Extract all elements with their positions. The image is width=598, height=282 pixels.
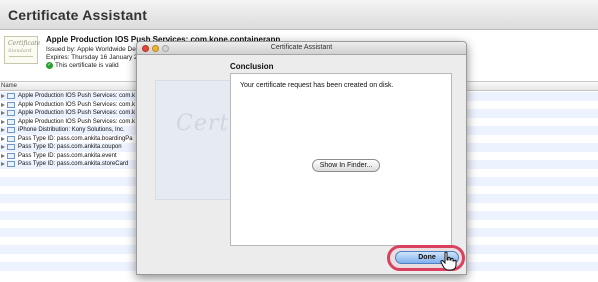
certificate-expiry: Expires: Thursday 16 January 20 bbox=[46, 54, 142, 61]
disclosure-triangle-icon[interactable] bbox=[1, 119, 5, 124]
certificate-icon bbox=[7, 93, 15, 99]
row-label: Pass Type ID: pass.com.ankita.storeCard bbox=[18, 161, 129, 167]
thumbnail-word: Certificate bbox=[8, 40, 41, 47]
thumbnail-sub: Standard bbox=[8, 48, 32, 54]
pointer-hand-icon bbox=[440, 251, 457, 271]
validity-row: ✓ This certificate is valid bbox=[46, 62, 119, 69]
certificate-issuer: Issued by: Apple Worldwide Devo bbox=[46, 46, 143, 53]
row-label: Pass Type ID: pass.com.ankita.event bbox=[18, 152, 117, 159]
certificate-icon bbox=[7, 101, 15, 108]
certificate-icon bbox=[7, 161, 15, 167]
disclosure-triangle-icon[interactable] bbox=[1, 145, 5, 149]
check-icon: ✓ bbox=[46, 62, 53, 69]
dialog-titlebar[interactable]: Certificate Assistant bbox=[137, 42, 466, 55]
row-label: Pass Type ID: pass.com.ankita.boardingPa bbox=[18, 135, 133, 142]
certificate-thumbnail-icon: Certificate Standard bbox=[4, 36, 41, 64]
certificate-assistant-dialog: Certificate Assistant Certificate Conclu… bbox=[136, 41, 467, 275]
page-header: Certificate Assistant bbox=[0, 0, 598, 30]
row-label: Apple Production IOS Push Services: com.… bbox=[18, 93, 136, 99]
dialog-title: Certificate Assistant bbox=[270, 44, 333, 51]
row-label: Apple Production IOS Push Services: com.… bbox=[18, 110, 136, 116]
show-in-finder-button[interactable]: Show In Finder... bbox=[312, 159, 380, 172]
page-title: Certificate Assistant bbox=[8, 7, 148, 23]
step-heading: Conclusion bbox=[230, 62, 274, 71]
certificate-icon bbox=[7, 110, 15, 116]
conclusion-panel: Your certificate request has been create… bbox=[230, 73, 452, 246]
disclosure-triangle-icon[interactable] bbox=[1, 136, 5, 141]
disclosure-triangle-icon[interactable] bbox=[1, 128, 5, 132]
disclosure-triangle-icon[interactable] bbox=[1, 102, 5, 107]
row-label: Pass Type ID: pass.com.ankita.coupon bbox=[18, 144, 122, 150]
row-label: Apple Production IOS Push Services: com.… bbox=[18, 118, 136, 125]
disclosure-triangle-icon[interactable] bbox=[1, 162, 5, 166]
certificate-icon bbox=[7, 118, 15, 125]
disclosure-triangle-icon[interactable] bbox=[1, 94, 5, 98]
certificate-icon bbox=[7, 152, 15, 159]
disclosure-triangle-icon[interactable] bbox=[1, 153, 5, 158]
validity-text: This certificate is valid bbox=[55, 62, 119, 69]
disclosure-triangle-icon[interactable] bbox=[1, 111, 5, 115]
row-label: Apple Production IOS Push Services: com.… bbox=[18, 101, 136, 108]
certificate-icon bbox=[7, 135, 15, 142]
row-label: iPhone Distribution: Kony Solutions, Inc… bbox=[18, 127, 125, 133]
certificate-icon bbox=[7, 127, 15, 133]
certificate-icon bbox=[7, 144, 15, 150]
conclusion-message: Your certificate request has been create… bbox=[240, 82, 394, 89]
